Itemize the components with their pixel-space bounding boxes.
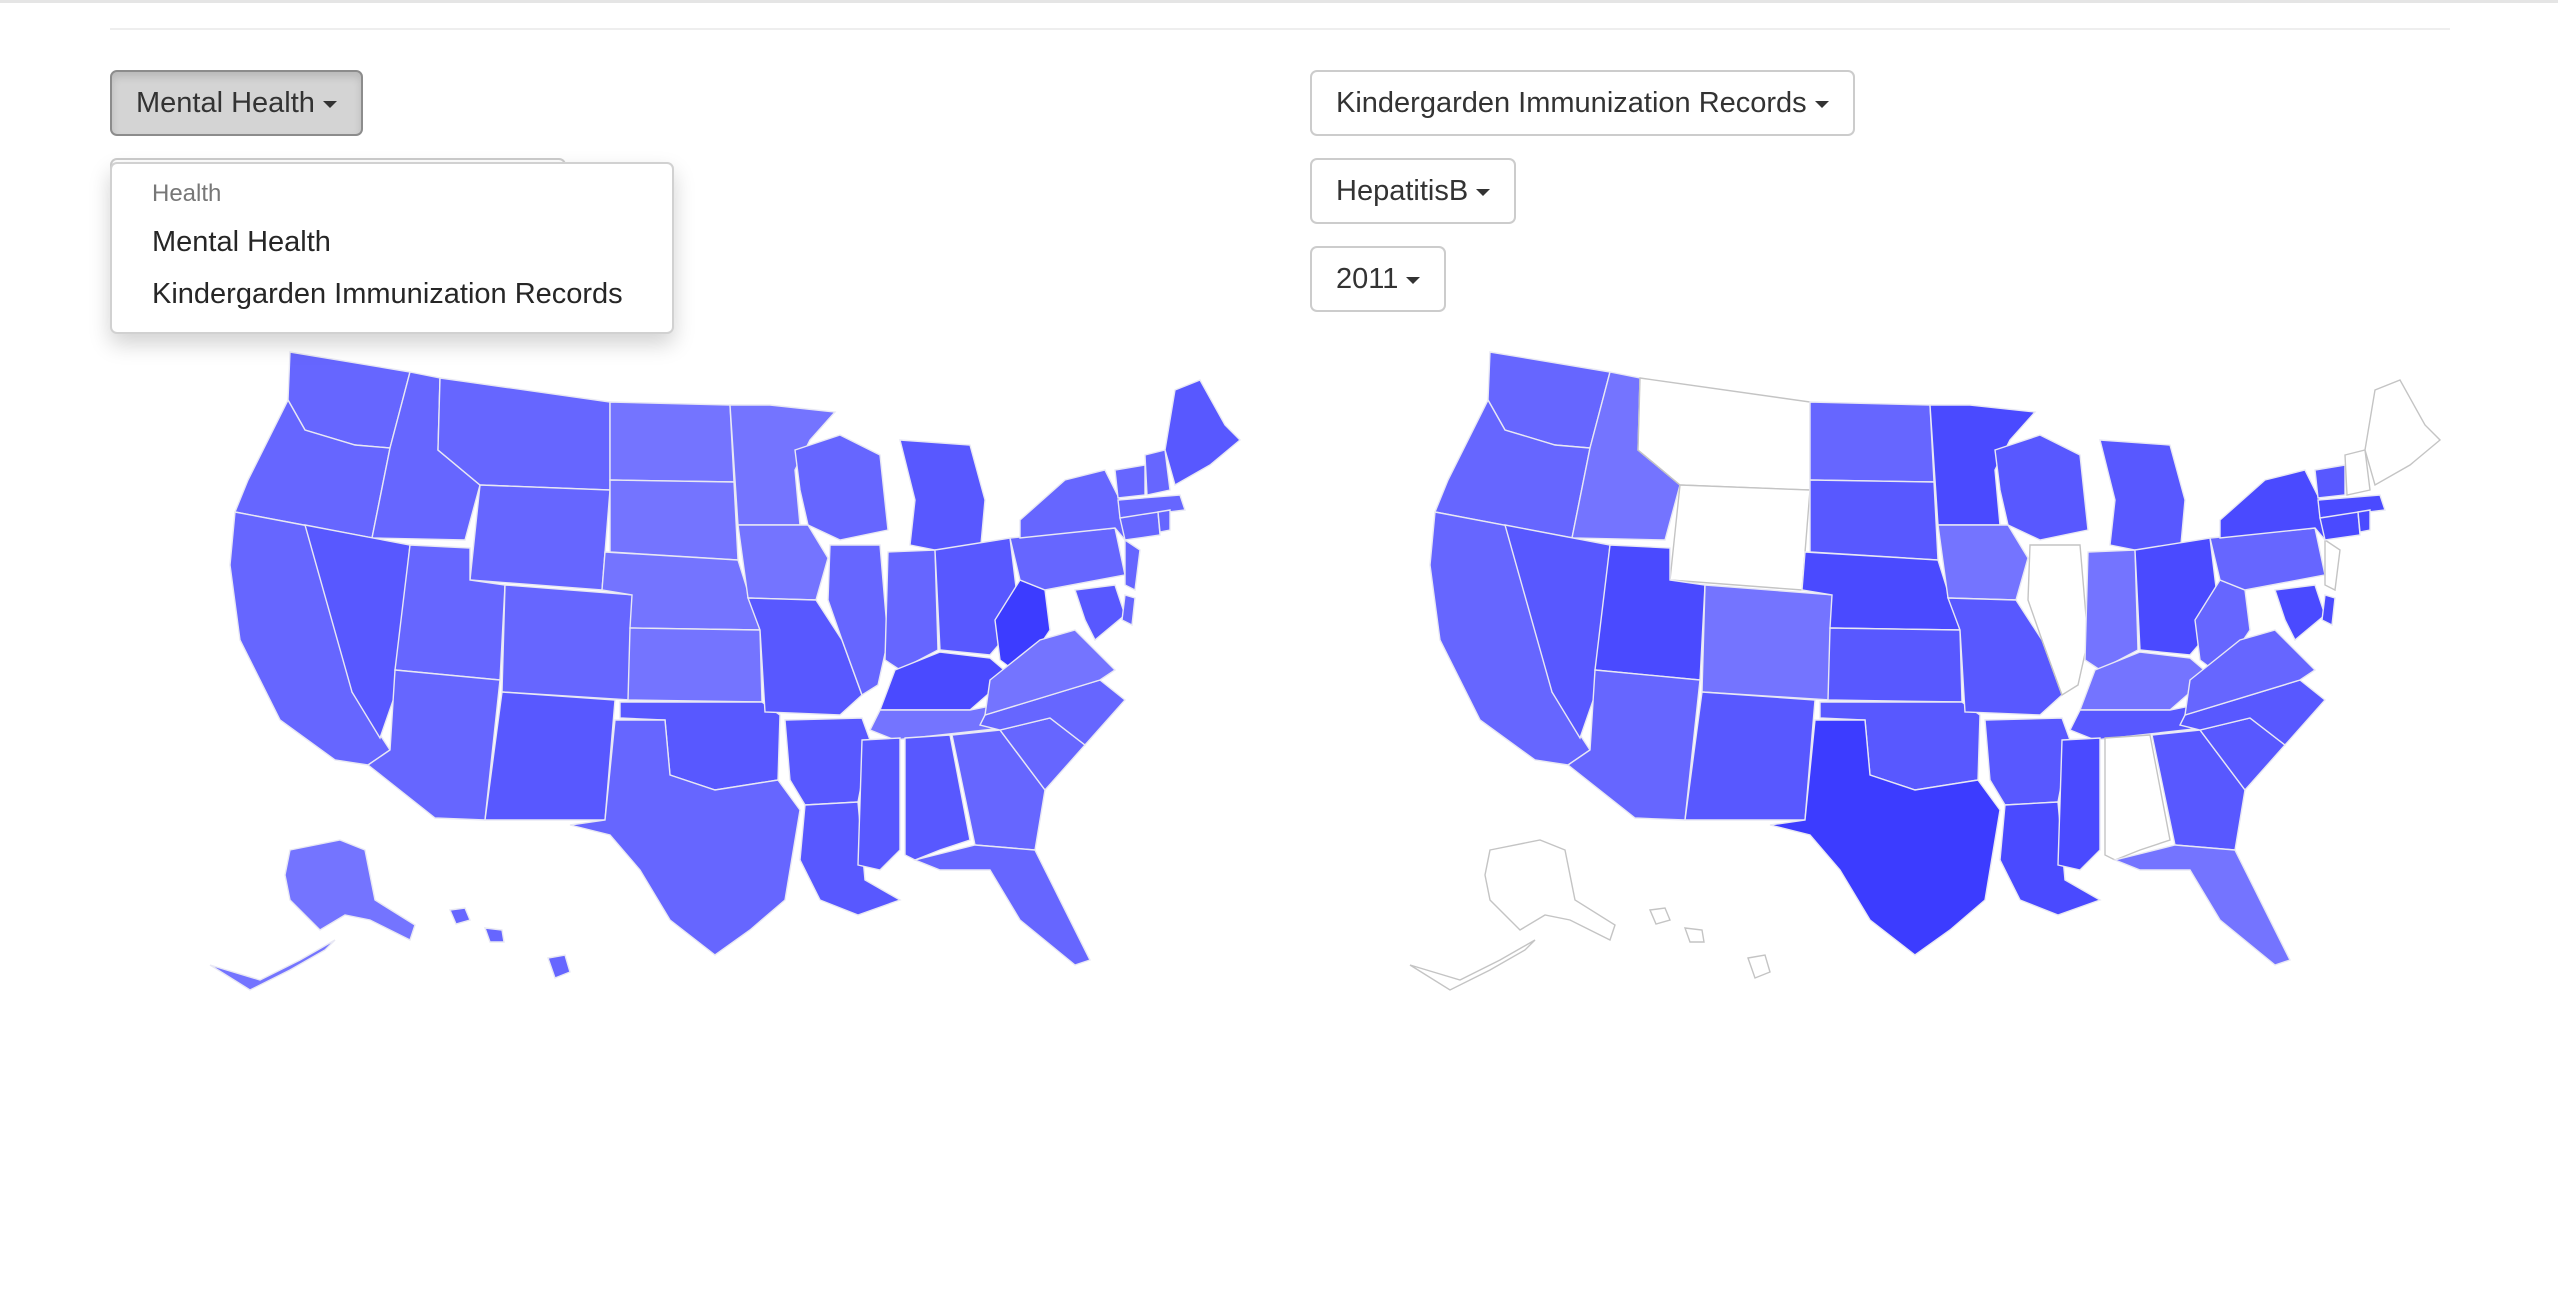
state-colorado[interactable] xyxy=(501,584,636,701)
left-dataset-label: Mental Health xyxy=(136,87,315,119)
state-arkansas[interactable] xyxy=(1984,717,2071,806)
dropdown-header: Health xyxy=(152,180,222,207)
dropdown-item-kindergarden-immunization[interactable]: Kindergarden Immunization Records xyxy=(152,278,623,311)
state-indiana[interactable] xyxy=(884,549,939,671)
dropdown-item-mental-health[interactable]: Mental Health xyxy=(152,226,331,259)
state-hawaii[interactable] xyxy=(1648,907,1771,979)
state-new-jersey[interactable] xyxy=(2324,538,2341,592)
state-vermont[interactable] xyxy=(1114,464,1146,499)
state-wisconsin[interactable] xyxy=(1994,434,2089,541)
state-maine[interactable] xyxy=(1164,379,1242,487)
state-alaska[interactable] xyxy=(1484,839,1616,941)
state-mississippi[interactable] xyxy=(857,737,901,871)
state-new-mexico[interactable] xyxy=(1684,691,1816,821)
caret-down-icon xyxy=(1814,100,1829,108)
state-delaware[interactable] xyxy=(1121,594,1136,627)
left-dataset-dropdown-button[interactable]: Mental Health xyxy=(110,70,363,136)
state-south-dakota[interactable] xyxy=(1809,479,1939,561)
state-michigan[interactable] xyxy=(2099,439,2186,556)
state-colorado[interactable] xyxy=(1701,584,1836,701)
state-north-dakota[interactable] xyxy=(1809,401,1935,483)
state-michigan[interactable] xyxy=(899,439,986,556)
left-us-choropleth-map xyxy=(209,351,1242,991)
measure-label: HepatitisB xyxy=(1336,175,1469,207)
caret-down-icon xyxy=(322,100,337,108)
state-kansas[interactable] xyxy=(627,627,763,703)
state-arkansas[interactable] xyxy=(784,717,871,806)
state-new-mexico[interactable] xyxy=(484,691,616,821)
state-wyoming[interactable] xyxy=(469,484,611,591)
state-south-dakota[interactable] xyxy=(609,479,739,561)
state-indiana[interactable] xyxy=(2084,549,2139,671)
caret-down-icon xyxy=(1476,188,1491,196)
state-delaware[interactable] xyxy=(2321,594,2336,627)
state-north-dakota[interactable] xyxy=(609,401,735,483)
state-florida[interactable] xyxy=(2112,844,2291,966)
year-dropdown-button[interactable]: 2011 xyxy=(1310,246,1447,312)
caret-down-icon xyxy=(1406,276,1421,284)
state-mississippi[interactable] xyxy=(2057,737,2101,871)
state-vermont[interactable] xyxy=(2314,464,2346,499)
state-rhode-island[interactable] xyxy=(1157,509,1171,533)
state-hawaii[interactable] xyxy=(448,907,571,979)
right-us-choropleth-map xyxy=(1409,351,2442,991)
year-label: 2011 xyxy=(1336,263,1399,295)
state-maryland[interactable] xyxy=(1074,584,1126,642)
state-wisconsin[interactable] xyxy=(794,434,889,541)
top-border xyxy=(0,0,2558,3)
alaska-islands xyxy=(209,939,336,991)
measure-dropdown-button[interactable]: HepatitisB xyxy=(1310,158,1517,224)
state-iowa[interactable] xyxy=(737,524,829,601)
right-dataset-label: Kindergarden Immunization Records xyxy=(1336,87,1807,119)
state-alaska[interactable] xyxy=(284,839,416,941)
divider xyxy=(110,28,2450,30)
dataset-dropdown-menu: Health Mental Health Kindergarden Immuni… xyxy=(110,162,674,334)
right-dataset-dropdown-button[interactable]: Kindergarden Immunization Records xyxy=(1310,70,1855,136)
state-iowa[interactable] xyxy=(1937,524,2029,601)
state-kansas[interactable] xyxy=(1827,627,1963,703)
state-florida[interactable] xyxy=(912,844,1091,966)
state-new-jersey[interactable] xyxy=(1124,538,1141,592)
state-wyoming[interactable] xyxy=(1669,484,1811,591)
state-maine[interactable] xyxy=(2364,379,2442,487)
state-rhode-island[interactable] xyxy=(2357,509,2371,533)
alaska-islands xyxy=(1409,939,1536,991)
state-maryland[interactable] xyxy=(2274,584,2326,642)
